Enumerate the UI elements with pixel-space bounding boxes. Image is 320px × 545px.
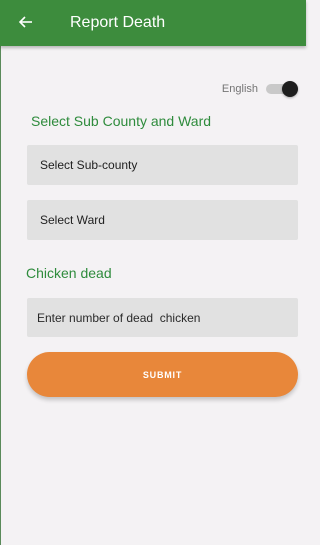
chicken-section-heading: Chicken dead <box>26 265 112 281</box>
page-title: Report Death <box>70 14 166 31</box>
language-switch: English <box>222 80 298 98</box>
window-edge <box>0 46 1 545</box>
app-bar: Report Death <box>0 0 306 46</box>
dead-chicken-count-input[interactable] <box>27 298 298 337</box>
subcounty-select[interactable]: Select Sub-county <box>27 145 298 185</box>
subcounty-select-label: Select Sub-county <box>40 158 138 172</box>
location-section-heading: Select Sub County and Ward <box>31 113 212 129</box>
toggle-thumb <box>282 81 298 97</box>
language-toggle[interactable] <box>264 81 298 97</box>
ward-select[interactable]: Select Ward <box>27 200 298 240</box>
arrow-left-icon[interactable] <box>18 10 34 34</box>
language-label: English <box>221 83 258 95</box>
submit-button[interactable]: SUBMIT <box>27 352 298 397</box>
ward-select-label: Select Ward <box>40 213 105 227</box>
